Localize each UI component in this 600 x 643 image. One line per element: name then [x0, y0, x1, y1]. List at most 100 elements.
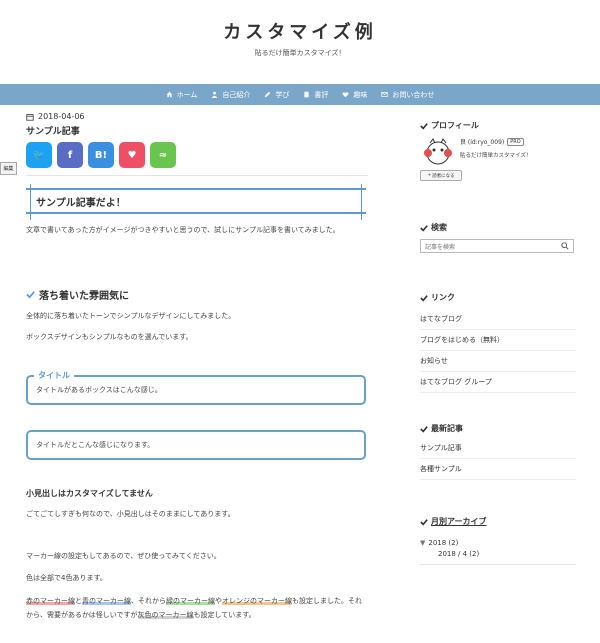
profile-heading-text: プロフィール: [431, 121, 479, 130]
facebook-icon: f: [67, 149, 73, 161]
marker-paragraph: 赤のマーカー線と青のマーカー線、それから緑のマーカー線やオレンジのマーカー線も設…: [26, 594, 368, 622]
archive-divider: [420, 564, 576, 565]
recent-posts-module: 最新記事 サンプル記事 各種サンプル: [420, 423, 576, 480]
nav-item-label: 学び: [275, 90, 290, 99]
heart-icon: [342, 92, 349, 98]
archive-year-text: 2018 (2): [428, 539, 459, 547]
book-icon: [304, 91, 309, 98]
recent-list: サンプル記事 各種サンプル: [420, 438, 576, 480]
box-title: タイトル: [34, 370, 74, 381]
calendar-icon: [26, 113, 34, 121]
search-heading-text: 検索: [431, 223, 447, 232]
facebook-share-button[interactable]: f: [57, 142, 83, 168]
avatar[interactable]: [420, 137, 456, 167]
edit-button[interactable]: 編集: [0, 162, 17, 175]
home-icon: [166, 91, 172, 98]
paragraph-2: 全体的に落ち着いたトーンでシンプルなデザインにしてみました。: [26, 312, 236, 320]
post-date-text: 2018-04-06: [38, 112, 85, 121]
links-list: はてなブログ ブログをはじめる（無料） お知らせ はてなブログ グループ: [420, 309, 576, 393]
paragraph-5: マーカー線の設定もしてあるので、ぜひ使ってみてください。: [26, 552, 221, 560]
header-divider: [26, 175, 368, 176]
profile-description: 貼るだけ簡単カスタマイズ！: [460, 153, 532, 159]
links-heading-text: リンク: [431, 293, 455, 302]
plain-box: タイトルだとこんな感じになります。: [26, 430, 366, 460]
profile-row: 良 (id:ryo_009) PRO 貼るだけ簡単カスタマイズ！: [420, 137, 576, 167]
check-icon: [26, 291, 35, 299]
paragraph-3: ボックスデザインもシンプルなものを選んでいます。: [26, 333, 193, 341]
archive-heading-text[interactable]: 月別アーカイブ: [431, 516, 487, 527]
nav-item-study[interactable]: 学び: [264, 90, 289, 100]
nav-item-label: 書評: [314, 90, 329, 99]
link-hatena-blog[interactable]: はてなブログ: [420, 309, 576, 330]
global-nav: ホーム 自己紹介 学び 書評 趣味 お問い合わせ: [0, 84, 600, 105]
feed-subscribe-button[interactable]: ≈: [150, 142, 176, 168]
pencil-icon: [265, 91, 271, 98]
link-news[interactable]: お知らせ: [420, 351, 576, 372]
archive-year[interactable]: ▼ 2018 (2): [420, 539, 576, 547]
article-heading-1: サンプル記事だよ！: [26, 184, 366, 220]
archive-month[interactable]: 2018 / 4 (2): [438, 550, 576, 558]
plus-icon: +: [427, 173, 432, 178]
archive-heading: 月別アーカイブ: [420, 516, 576, 527]
nav-item-home[interactable]: ホーム: [166, 90, 198, 100]
check-icon: [420, 518, 428, 526]
nav-item-label: 自己紹介: [222, 90, 251, 99]
marker-joiner: と: [75, 597, 82, 605]
profile-heading: プロフィール: [420, 120, 576, 131]
site-description: 貼るだけ簡単カスタマイズ！: [254, 49, 346, 57]
pocket-share-button[interactable]: ♥: [119, 142, 145, 168]
check-icon: [420, 122, 428, 130]
heading-2-text: 落ち着いた雰囲気に: [39, 291, 129, 302]
hatena-bookmark-button[interactable]: B!: [88, 142, 114, 168]
blue-marker-text: 青のマーカー線: [82, 597, 131, 605]
nav-item-hobby[interactable]: 趣味: [342, 90, 367, 100]
links-heading: リンク: [420, 292, 576, 303]
hatena-icon: B!: [94, 149, 108, 161]
nav-item-label: ホーム: [176, 90, 198, 99]
nav-item-label: お問い合わせ: [392, 90, 435, 99]
article-heading-3: 小見出しはカスタマイズしてません: [26, 489, 153, 498]
post-date[interactable]: 2018-04-06: [26, 112, 368, 121]
twitter-share-button[interactable]: 🐦: [26, 142, 52, 168]
caret-down-icon[interactable]: ▼: [420, 539, 425, 547]
site-title[interactable]: カスタマイズ例: [0, 18, 600, 44]
mail-icon: [381, 92, 389, 97]
share-buttons: 🐦 f B! ♥ ≈: [26, 142, 368, 168]
pocket-icon: ♥: [127, 149, 137, 161]
archive-module: 月別アーカイブ ▼ 2018 (2) 2018 / 4 (2): [420, 516, 576, 565]
recent-post-item[interactable]: サンプル記事: [420, 438, 576, 459]
green-marker-text: 緑のマーカー線: [166, 597, 215, 605]
search-input[interactable]: 記事を検索: [420, 239, 574, 253]
paragraph-6: 色は全部で4色あります。: [26, 574, 107, 582]
link-start-blog[interactable]: ブログをはじめる（無料）: [420, 330, 576, 351]
subscribe-label: 読者になる: [432, 173, 455, 179]
twitter-icon: 🐦: [32, 149, 46, 161]
paragraph-4: ごてごてしすぎも何なので、小見出しはそのままにしてあります。: [26, 510, 235, 518]
box-text: タイトルがあるボックスはこんな感じ。: [36, 386, 162, 394]
nav-item-label: 趣味: [353, 90, 368, 99]
link-blog-group[interactable]: はてなブログ グループ: [420, 372, 576, 393]
subscribe-button[interactable]: + 読者になる: [420, 170, 462, 181]
article-header: 2018-04-06 サンプル記事 🐦 f B! ♥ ≈: [26, 112, 368, 168]
post-title[interactable]: サンプル記事: [26, 124, 368, 137]
nav-item-books[interactable]: 書評: [303, 90, 328, 100]
search-placeholder: 記事を検索: [425, 243, 456, 251]
nav-item-profile[interactable]: 自己紹介: [211, 90, 250, 100]
pro-badge: PRO: [507, 137, 524, 146]
recent-heading-text: 最新記事: [431, 424, 463, 433]
check-icon: [420, 425, 428, 433]
box-text: タイトルだとこんな感じになります。: [36, 441, 155, 449]
check-icon: [420, 294, 428, 302]
recent-post-item[interactable]: 各種サンプル: [420, 459, 576, 480]
nav-item-contact[interactable]: お問い合わせ: [381, 90, 434, 100]
person-icon: [212, 91, 218, 98]
marker-joiner: 、それから: [131, 597, 166, 605]
profile-module: プロフィール 良 (id:ryo_009) PRO 貼るだけ簡単カスタマイズ！ …: [420, 120, 576, 181]
search-icon[interactable]: [561, 242, 569, 250]
orange-marker-text: オレンジのマーカー線: [222, 597, 292, 605]
article-heading-2: 落ち着いた雰囲気に: [26, 287, 129, 302]
profile-name[interactable]: 良 (id:ryo_009) PRO: [460, 137, 531, 146]
marker-joiner: も設定しています。: [193, 611, 256, 619]
feed-icon: ≈: [158, 149, 168, 161]
recent-heading: 最新記事: [420, 423, 576, 434]
